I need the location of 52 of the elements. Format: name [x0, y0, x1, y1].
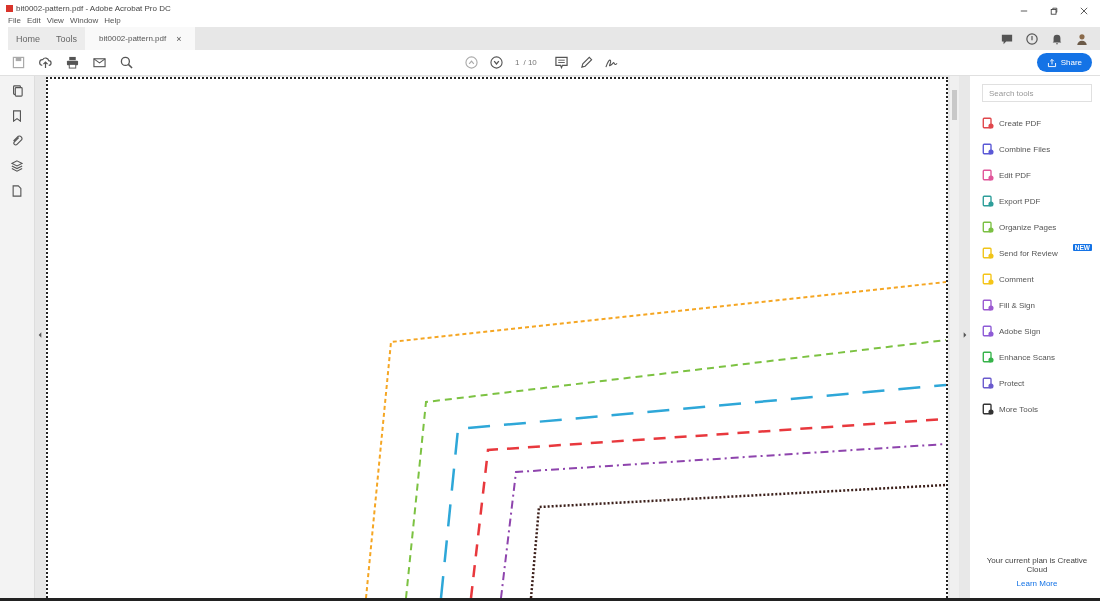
share-icon [1046, 57, 1057, 68]
window-title: bit0002-pattern.pdf - Adobe Acrobat Pro DC [16, 3, 171, 13]
bell-icon[interactable] [1051, 32, 1063, 45]
layers-icon[interactable] [11, 160, 23, 172]
document-tab[interactable]: bit0002-pattern.pdf × [85, 27, 196, 50]
menu-item[interactable]: View [46, 16, 64, 27]
pen-icon[interactable] [579, 56, 593, 69]
tool-item[interactable]: Comment [982, 270, 1092, 288]
restore-icon[interactable] [1050, 7, 1058, 15]
tab-label: bit0002-pattern.pdf [99, 34, 167, 43]
tool-item[interactable]: More Tools [982, 400, 1092, 418]
tool-item[interactable]: Combine Files [982, 140, 1092, 158]
search-field[interactable]: Search tools [982, 84, 1092, 102]
tab-close[interactable]: × [176, 33, 182, 44]
share-button[interactable]: Share [1036, 53, 1092, 72]
document-icon[interactable] [11, 185, 23, 197]
menu-item[interactable]: Edit [26, 16, 41, 27]
expand-right-icon[interactable] [963, 332, 967, 338]
menu-item[interactable]: Help [104, 16, 121, 27]
collapse-left-icon[interactable] [38, 332, 42, 338]
paperclip-icon[interactable] [11, 135, 23, 147]
upload-icon[interactable] [39, 56, 52, 69]
avatar-icon[interactable] [1076, 32, 1088, 45]
learn-more-link[interactable]: Learn More [1016, 579, 1058, 588]
nav-tab[interactable]: Home [8, 27, 48, 50]
help-icon[interactable] [1026, 32, 1038, 45]
page-count: / 10 [523, 58, 537, 67]
search-icon[interactable] [120, 56, 133, 69]
plan-text: Your current plan is Creative Cloud [985, 556, 1089, 574]
tool-item[interactable]: Enhance Scans [982, 348, 1092, 366]
close-icon[interactable] [1080, 7, 1088, 15]
nav-tab[interactable]: Tools [48, 27, 86, 50]
pages-icon[interactable] [11, 85, 23, 97]
signature-icon[interactable] [604, 56, 618, 69]
menu-item[interactable]: Window [69, 16, 99, 27]
print-icon[interactable] [66, 56, 79, 69]
tool-item[interactable]: Adobe Sign [982, 322, 1092, 340]
tool-item[interactable]: Edit PDF [982, 166, 1092, 184]
comment-icon[interactable] [1001, 32, 1013, 45]
bookmark-icon[interactable] [11, 110, 23, 122]
mail-icon[interactable] [93, 56, 106, 69]
page-down-icon[interactable] [490, 56, 503, 69]
scrollbar-thumb[interactable] [952, 90, 957, 120]
comment-icon[interactable] [554, 56, 568, 69]
menu-item[interactable]: File [8, 16, 21, 27]
tool-item[interactable]: Create PDF [982, 114, 1092, 132]
tool-item[interactable]: Protect [982, 374, 1092, 392]
tool-item[interactable]: Fill & Sign [982, 296, 1092, 314]
page-number-field[interactable]: 1 [515, 58, 520, 67]
app-icon [6, 4, 13, 12]
tool-item[interactable]: Organize Pages [982, 218, 1092, 236]
tool-item[interactable]: Export PDF [982, 192, 1092, 210]
